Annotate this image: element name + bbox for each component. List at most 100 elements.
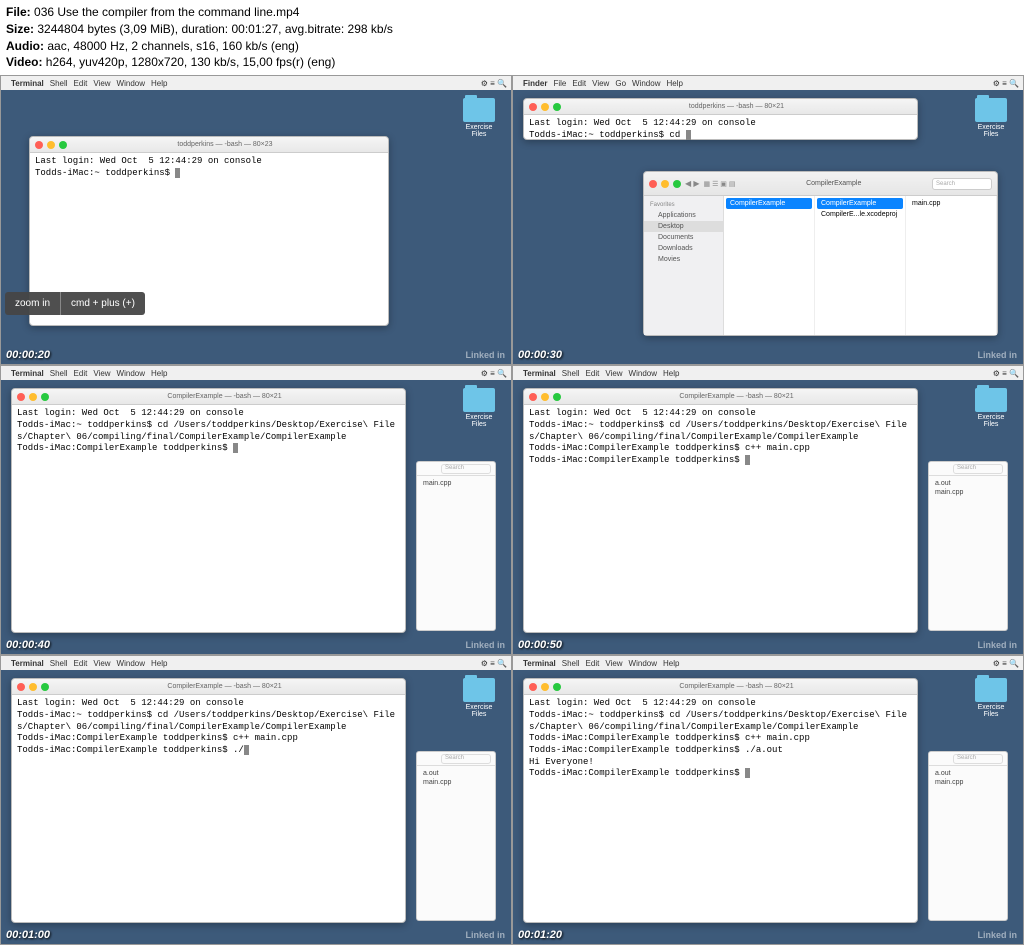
finder-search[interactable]: Search [441,464,491,474]
desktop-folder[interactable]: Exercise Files [973,388,1009,428]
terminal-output[interactable]: Last login: Wed Oct 5 12:44:29 on consol… [524,115,917,144]
finder-column[interactable]: CompilerExample [724,196,815,335]
sidebar-item[interactable]: Applications [644,210,723,221]
desktop-folder[interactable]: Exercise Files [461,388,497,428]
maximize-icon[interactable] [553,103,561,111]
file-entry[interactable]: a.out [935,479,1001,488]
sidebar-item[interactable]: Downloads [644,243,723,254]
app-name[interactable]: Terminal [11,369,44,378]
app-name[interactable]: Terminal [11,659,44,668]
menubar[interactable]: Terminal Shell Edit View Window Help ⚙ ≡… [513,366,1023,380]
maximize-icon[interactable] [553,393,561,401]
finder-search[interactable]: Search [953,464,1003,474]
minimize-icon[interactable] [47,141,55,149]
menu-item[interactable]: Window [117,79,145,88]
terminal-output[interactable]: Last login: Wed Oct 5 12:44:29 on consol… [524,695,917,783]
minimize-icon[interactable] [541,393,549,401]
status-icons[interactable]: ⚙ ≡ 🔍 [993,369,1019,378]
menu-item[interactable]: Window [117,659,145,668]
window-titlebar[interactable]: CompilerExample — -bash — 80×21 [524,679,917,695]
terminal-window[interactable]: CompilerExample — -bash — 80×21 Last log… [11,388,406,633]
desktop-folder[interactable]: Exercise Files [461,98,497,138]
menubar[interactable]: Terminal Shell Edit View Window Help ⚙ ≡… [513,656,1023,670]
minimize-icon[interactable] [541,103,549,111]
maximize-icon[interactable] [673,180,681,188]
window-titlebar[interactable]: CompilerExample — -bash — 80×21 [524,389,917,405]
menu-item[interactable]: Shell [562,369,580,378]
status-icons[interactable]: ⚙ ≡ 🔍 [481,79,507,88]
folder-entry[interactable]: CompilerExample [726,198,812,209]
app-name[interactable]: Finder [523,79,547,88]
file-entry[interactable]: main.cpp [423,479,489,488]
menu-item[interactable]: Help [666,79,682,88]
menu-item[interactable]: Edit [586,659,600,668]
finder-window-partial[interactable]: Search a.out main.cpp [416,751,496,921]
menu-item[interactable]: Window [632,79,660,88]
desktop-folder[interactable]: Exercise Files [973,678,1009,718]
view-mode-icons[interactable]: ▦ ☰ ▣ ▤ [704,180,736,188]
terminal-window[interactable]: CompilerExample — -bash — 80×21 Last log… [523,388,918,633]
menu-item[interactable]: Edit [74,369,88,378]
terminal-window[interactable]: CompilerExample — -bash — 80×21 Last log… [523,678,918,923]
window-titlebar[interactable]: toddperkins — -bash — 80×21 [524,99,917,115]
menu-item[interactable]: Help [151,79,167,88]
finder-window[interactable]: ◀ ▶ ▦ ☰ ▣ ▤ CompilerExample Search Favor… [643,171,998,336]
file-entry[interactable]: a.out [935,769,1001,778]
desktop-folder[interactable]: Exercise Files [461,678,497,718]
menu-item[interactable]: Window [629,659,657,668]
menu-item[interactable]: View [93,369,110,378]
menubar[interactable]: Terminal Shell Edit View Window Help ⚙ ≡… [1,656,511,670]
menu-item[interactable]: Help [663,659,679,668]
close-icon[interactable] [529,393,537,401]
menu-item[interactable]: Shell [50,79,68,88]
menu-item[interactable]: Shell [50,369,68,378]
menu-item[interactable]: Window [117,369,145,378]
terminal-output[interactable]: Last login: Wed Oct 5 12:44:29 on consol… [12,695,405,759]
sidebar-item[interactable]: Desktop [644,221,723,232]
file-entry[interactable]: a.out [423,769,489,778]
menubar[interactable]: Terminal Shell Edit View Window Help ⚙ ≡… [1,76,511,90]
maximize-icon[interactable] [41,393,49,401]
status-icons[interactable]: ⚙ ≡ 🔍 [993,79,1019,88]
app-name[interactable]: Terminal [11,79,44,88]
minimize-icon[interactable] [661,180,669,188]
folder-entry[interactable]: CompilerExample [817,198,903,209]
menu-item[interactable]: View [592,79,609,88]
finder-search[interactable]: Search [932,178,992,190]
menu-item[interactable]: Shell [50,659,68,668]
close-icon[interactable] [529,103,537,111]
finder-column[interactable]: CompilerExample CompilerE...le.xcodeproj [815,196,906,335]
menu-item[interactable]: View [93,659,110,668]
menu-item[interactable]: File [553,79,566,88]
status-icons[interactable]: ⚙ ≡ 🔍 [481,659,507,668]
window-titlebar[interactable]: toddperkins — -bash — 80×23 [30,137,388,153]
maximize-icon[interactable] [59,141,67,149]
finder-search[interactable]: Search [953,754,1003,764]
desktop-folder[interactable]: Exercise Files [973,98,1009,138]
finder-sidebar[interactable]: Favorites Applications Desktop Documents… [644,196,724,335]
window-titlebar[interactable]: CompilerExample — -bash — 80×21 [12,389,405,405]
menu-item[interactable]: Edit [586,369,600,378]
menu-item[interactable]: Shell [562,659,580,668]
finder-search[interactable]: Search [441,754,491,764]
finder-toolbar[interactable]: ◀ ▶ ▦ ☰ ▣ ▤ CompilerExample Search [644,172,997,196]
menu-item[interactable]: Window [629,369,657,378]
file-entry[interactable]: CompilerE...le.xcodeproj [817,209,903,220]
minimize-icon[interactable] [29,683,37,691]
menu-item[interactable]: Edit [74,79,88,88]
finder-column[interactable]: main.cpp [906,196,997,335]
app-name[interactable]: Terminal [523,369,556,378]
menubar[interactable]: Terminal Shell Edit View Window Help ⚙ ≡… [1,366,511,380]
terminal-output[interactable]: Last login: Wed Oct 5 12:44:29 on consol… [12,405,405,458]
finder-window-partial[interactable]: Search a.out main.cpp [928,751,1008,921]
finder-window-partial[interactable]: Search main.cpp [416,461,496,631]
file-entry[interactable]: main.cpp [908,198,994,209]
close-icon[interactable] [529,683,537,691]
menu-item[interactable]: Edit [74,659,88,668]
terminal-window[interactable]: CompilerExample — -bash — 80×21 Last log… [11,678,406,923]
file-entry[interactable]: main.cpp [423,778,489,787]
close-icon[interactable] [17,683,25,691]
app-name[interactable]: Terminal [523,659,556,668]
menu-item[interactable]: Help [151,659,167,668]
finder-window-partial[interactable]: Search a.out main.cpp [928,461,1008,631]
